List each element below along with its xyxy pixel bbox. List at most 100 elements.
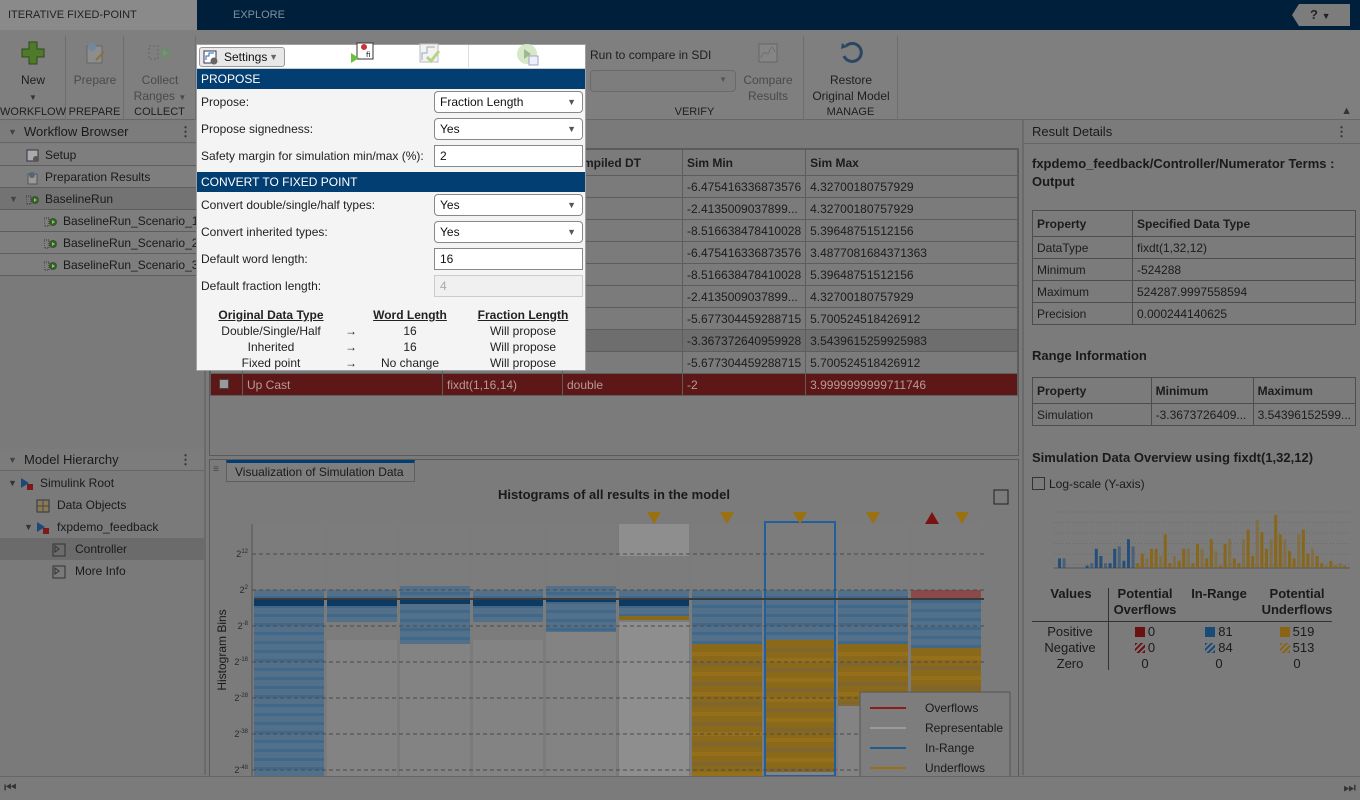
compare-results-button[interactable]: Compare Results	[738, 40, 798, 104]
cell-sim-min: -2.4135009037899...	[681, 197, 807, 220]
stats-header: In-Range	[1191, 586, 1247, 601]
expand-icon[interactable]: ▼	[24, 516, 33, 538]
underflow-marker-icon	[647, 512, 661, 524]
propose-signedness-label: Propose signedness:	[201, 122, 314, 136]
underflow-stripe	[692, 722, 762, 726]
convert-inherited-select[interactable]: Yes ▼	[434, 221, 583, 243]
col-header-sim-min[interactable]: Sim Min	[681, 149, 807, 176]
convert-double-row: Convert double/single/half types: Yes ▼	[197, 192, 585, 219]
workflow-item[interactable]: BaselineRun_Scenario_1	[0, 210, 204, 232]
log-scale-checkbox[interactable]: Log-scale (Y-axis)	[1032, 477, 1145, 491]
divider	[468, 45, 469, 69]
workflow-browser-header[interactable]: ▼ Workflow Browser ⋮	[0, 121, 204, 143]
histogram-chart[interactable]: Histograms of all results in the model Hi…	[210, 482, 1018, 794]
in-range-band	[254, 590, 324, 776]
mini-bar	[1104, 563, 1107, 568]
settings-dropdown-button[interactable]: Settings ▼	[199, 47, 285, 67]
table-row: DataType fixdt(1,32,12)	[1032, 236, 1356, 259]
stats-header: Potential Underflows	[1261, 586, 1333, 617]
scroll-left-icon[interactable]: ⏮	[4, 779, 17, 796]
propose-signedness-select[interactable]: Yes ▼	[434, 118, 583, 140]
convert-inherited-row: Convert inherited types: Yes ▼	[197, 219, 585, 246]
more-options-icon[interactable]: ⋮	[179, 449, 192, 471]
table-row[interactable]: Up Cast fixdt(1,16,14) double -2 3.999999999…	[210, 373, 1018, 396]
expand-icon[interactable]: ▼	[8, 472, 17, 494]
expand-icon[interactable]: ▼	[9, 188, 18, 210]
in-range-stripe	[327, 614, 397, 617]
in-range-stripe	[400, 619, 470, 622]
run-compare-select[interactable]: ▼	[590, 70, 736, 92]
mini-bar	[1150, 548, 1153, 568]
more-options-icon[interactable]: ⋮	[1335, 120, 1348, 144]
new-button[interactable]: New ▼	[8, 40, 58, 106]
workflow-item[interactable]: ▼ BaselineRun	[0, 188, 204, 210]
mini-bar	[1196, 544, 1199, 568]
in-range-stripe	[911, 609, 981, 612]
checkbox-box[interactable]	[1032, 477, 1045, 490]
mini-bar	[1085, 565, 1089, 568]
underflow-stripe	[765, 648, 835, 652]
legend-label: Underflows	[925, 761, 985, 775]
underflow-marker-icon	[955, 512, 969, 524]
workflow-item[interactable]: Preparation Results	[0, 166, 204, 188]
legend-label: Overflows	[925, 701, 978, 715]
safety-margin-input[interactable]: 2	[434, 145, 583, 167]
cell-sim-min: -8.516638478410028	[681, 219, 807, 242]
prepare-button[interactable]: Prepare	[70, 40, 120, 88]
verify-icon[interactable]	[417, 41, 443, 67]
in-range-stripe	[838, 641, 908, 644]
stats-row-label: Positive	[1047, 624, 1093, 639]
cell-sim-max: 5.39648751512156	[805, 263, 1018, 286]
underflow-stripe	[692, 662, 762, 666]
panel-title: Workflow Browser	[24, 124, 129, 139]
mini-bar	[1058, 558, 1061, 568]
col-header-sim-max[interactable]: Sim Max	[805, 149, 1018, 176]
tree-item[interactable]: Controller	[0, 538, 204, 560]
scroll-right-icon[interactable]: ⏭	[1343, 779, 1356, 796]
cell-sim-min: -5.677304459288715	[681, 307, 807, 330]
workflow-item-label: Setup	[45, 148, 77, 162]
in-range-stripe	[546, 619, 616, 622]
tab-visualization[interactable]: Visualization of Simulation Data	[226, 460, 415, 482]
y-tick-label: 2-18	[234, 657, 248, 667]
propose-select[interactable]: Fraction Length ▼	[434, 91, 583, 113]
tab-explore[interactable]: EXPLORE	[225, 0, 293, 30]
underflow-stripe	[692, 742, 762, 746]
tree-item[interactable]: More Info	[0, 560, 204, 582]
stats-value: 519	[1258, 624, 1336, 639]
representable-band	[838, 524, 908, 600]
restore-original-model-button[interactable]: Restore Original Model	[808, 40, 894, 104]
stats-value: 0	[1110, 624, 1180, 639]
underflow-stripe	[911, 686, 981, 690]
workflow-item-label: BaselineRun_Scenario_3	[63, 258, 199, 272]
convert-fi-icon[interactable]: fi	[349, 41, 375, 67]
tree-item[interactable]: ▼ fxpdemo_feedback	[0, 516, 204, 538]
collapse-toolstrip-icon[interactable]: ▲	[1341, 105, 1352, 117]
y-tick-label: 212	[236, 549, 248, 559]
mini-bar	[1209, 539, 1213, 568]
workflow-item[interactable]: Setup	[0, 144, 204, 166]
in-range-stripe	[473, 614, 543, 617]
model-hierarchy-header[interactable]: ▼ Model Hierarchy ⋮	[0, 449, 204, 471]
workflow-item[interactable]: BaselineRun_Scenario_3	[0, 254, 204, 276]
hatched-swatch-icon	[1205, 643, 1216, 653]
representable-band	[327, 524, 397, 640]
drag-handle-icon[interactable]: ≡	[213, 464, 219, 475]
in-range-stripe	[911, 627, 981, 630]
collect-ranges-button[interactable]: Collect Ranges ▼	[130, 40, 190, 106]
word-length-input[interactable]: 16	[434, 248, 583, 270]
underflow-stripe	[692, 712, 762, 716]
workflow-item[interactable]: BaselineRun_Scenario_2	[0, 232, 204, 254]
convert-double-select[interactable]: Yes ▼	[434, 194, 583, 216]
more-options-icon[interactable]: ⋮	[179, 121, 192, 143]
legend-toggle-icon[interactable]	[993, 489, 1009, 505]
tab-iterative-fixed-point-conversion[interactable]: ITERATIVE FIXED-POINT CONVERSION	[0, 0, 197, 51]
stats-value: 0	[1215, 656, 1223, 671]
help-button[interactable]: ? ▼	[1292, 4, 1350, 26]
simulate-icon[interactable]	[515, 42, 541, 68]
property-value: fixdt(1,32,12)	[1132, 236, 1356, 259]
tree-item[interactable]: Data Objects	[0, 494, 204, 516]
tree-item[interactable]: ▼ Simulink Root	[0, 472, 204, 494]
in-range-stripe	[765, 614, 835, 617]
mini-bar	[1334, 565, 1337, 568]
